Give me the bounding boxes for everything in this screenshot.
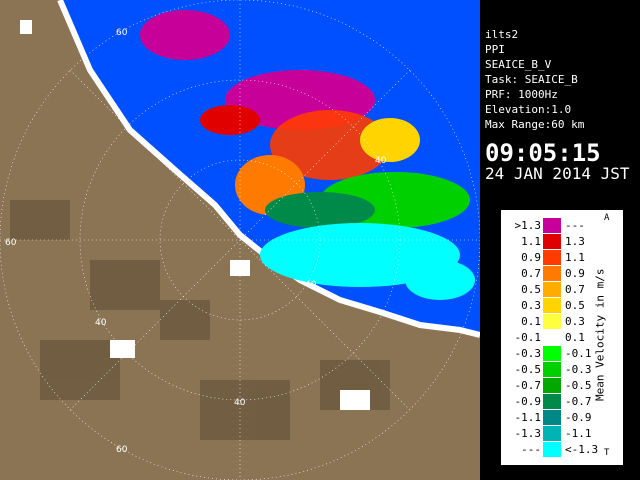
info-scan-type: PPI	[485, 43, 505, 56]
legend-swatch	[543, 282, 561, 297]
legend-bottom-mark: T	[604, 448, 610, 458]
ring-label-40-se: 40	[305, 280, 317, 290]
legend-row: >1.3 ---	[501, 218, 601, 233]
legend-row: -0.5 -0.3	[501, 362, 601, 377]
legend-swatch	[543, 250, 561, 265]
legend-swatch	[543, 362, 561, 377]
scan-time: 09:05:15	[485, 139, 601, 167]
ring-label-40-sw: 40	[95, 318, 107, 328]
ring-label-40-ne: 40	[375, 156, 387, 166]
ring-label-40-s: 40	[234, 398, 246, 408]
ring-label-60-nw: 60	[116, 28, 128, 38]
ring-label-60-w: 60	[5, 238, 17, 248]
legend-swatch	[543, 330, 561, 345]
legend-swatch	[543, 218, 561, 233]
legend-swatch	[543, 442, 561, 457]
legend-low-value: ---	[521, 443, 541, 456]
legend-high-value: -1.1	[565, 427, 592, 440]
legend-low-value: 0.3	[521, 299, 541, 312]
info-elevation: Elevation:1.0	[485, 103, 572, 116]
legend-high-value: ---	[565, 219, 585, 232]
legend-row: 0.9 1.1	[501, 250, 601, 265]
legend-row: 0.5 0.7	[501, 282, 601, 297]
legend-swatch	[543, 314, 561, 329]
legend-low-value: -0.3	[514, 347, 542, 360]
legend-row: 0.3 0.5	[501, 298, 601, 313]
legend-high-value: <-1.3	[565, 443, 599, 456]
legend-swatch	[543, 298, 561, 313]
legend-row: -0.7 -0.5	[501, 378, 601, 393]
radar-ppi-display: 60 40 60 40 40 40 60	[0, 0, 480, 480]
legend-row: --- <-1.3	[501, 442, 601, 457]
legend-low-value: -0.1	[514, 331, 542, 344]
legend-low-value: -0.7	[514, 379, 542, 392]
legend-row: 1.1 1.3	[501, 234, 601, 249]
ring-label-60-s: 60	[116, 445, 128, 455]
legend-low-value: 1.1	[521, 235, 541, 248]
info-prf: PRF: 1000Hz	[485, 88, 558, 101]
legend-low-value: 0.5	[521, 283, 541, 296]
legend-row: -0.9 -0.7	[501, 394, 601, 409]
legend-row: 0.7 0.9	[501, 266, 601, 281]
scan-date: 24 JAN 2014 JST	[485, 164, 630, 183]
legend-swatch	[543, 346, 561, 361]
legend-low-value: >1.3	[514, 219, 542, 232]
legend-low-value: -0.9	[514, 395, 542, 408]
info-max-range: Max Range:60 km	[485, 118, 585, 131]
legend-low-value: 0.1	[521, 315, 541, 328]
legend-row: -0.1 0.1	[501, 330, 601, 345]
legend-row: -1.3 -1.1	[501, 426, 601, 441]
legend-low-value: -1.1	[514, 411, 542, 424]
legend-row: 0.1 0.3	[501, 314, 601, 329]
legend-swatch	[543, 266, 561, 281]
legend-low-value: -1.3	[514, 427, 542, 440]
legend-unit-label: Mean Velocity in m/s	[593, 268, 607, 402]
legend-top-mark: A	[604, 213, 610, 223]
legend-swatch	[543, 426, 561, 441]
legend-swatch	[543, 378, 561, 393]
legend-swatch	[543, 234, 561, 249]
info-task: Task: SEAICE_B	[485, 73, 578, 86]
legend-low-value: 0.9	[521, 251, 541, 264]
legend-row: -1.1 -0.9	[501, 410, 601, 425]
legend-swatch	[543, 410, 561, 425]
legend-low-value: -0.5	[514, 363, 542, 376]
legend-high-value: 1.3	[565, 235, 585, 248]
legend-row: -0.3 -0.1	[501, 346, 601, 361]
legend-swatch	[543, 394, 561, 409]
legend-low-value: 0.7	[521, 267, 541, 280]
legend-high-value: -0.9	[565, 411, 592, 424]
info-station: ilts2	[485, 28, 519, 41]
info-product: SEAICE_B_V	[485, 58, 552, 71]
